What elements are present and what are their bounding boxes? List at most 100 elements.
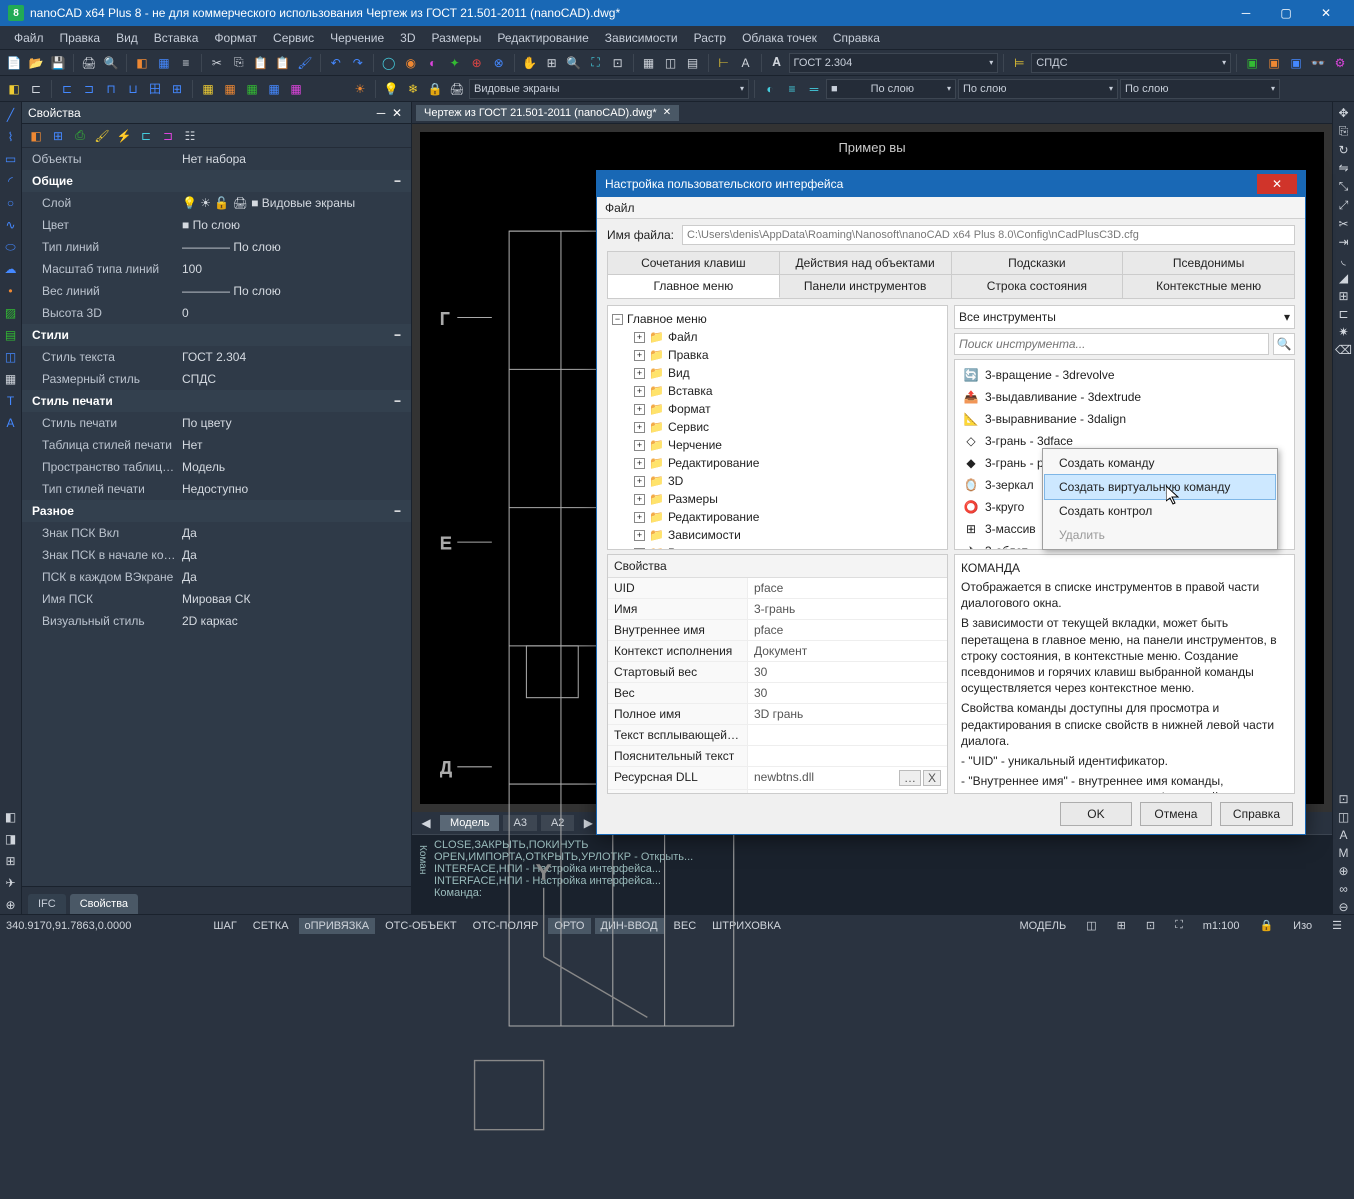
props-tb-1-icon[interactable]: ◧ [26, 126, 46, 146]
rr-b3-icon[interactable]: A [1339, 828, 1347, 842]
status-toggle[interactable]: ШАГ [207, 918, 242, 934]
cancel-button[interactable]: Отмена [1140, 802, 1212, 826]
tb2-icon-8[interactable]: ⊞ [167, 79, 187, 99]
tb2-icon-5[interactable]: ⊓ [101, 79, 121, 99]
props-row[interactable]: Пространство таблицы с…Модель [22, 456, 411, 478]
print-icon[interactable]: 🖨 [79, 53, 99, 73]
tab-scroll-left-icon[interactable]: ◀ [416, 816, 436, 830]
rr-mirror-icon[interactable]: ⇋ [1338, 161, 1348, 175]
end-icon-5[interactable]: ⚙ [1330, 53, 1350, 73]
tree-item[interactable]: +📁Черчение [630, 436, 943, 454]
tree-expand-icon[interactable]: + [634, 494, 645, 505]
tab-toolbars[interactable]: Панели инструментов [780, 275, 952, 298]
pan-icon[interactable]: ✋ [520, 53, 540, 73]
close-button[interactable]: ✕ [1306, 1, 1346, 25]
text-style-icon[interactable]: 𝐀 [767, 53, 787, 73]
tb2-icon-9[interactable]: ▦ [198, 79, 218, 99]
props-tb-7-icon[interactable]: ⊐ [158, 126, 178, 146]
tree-item[interactable]: +📁Вид [630, 364, 943, 382]
tb2-ltype-icon[interactable]: ≡ [782, 79, 802, 99]
tb2-sun-icon[interactable]: ☀ [350, 79, 370, 99]
tab-status-line[interactable]: Строка состояния [952, 275, 1124, 298]
tools-filter-combo[interactable]: Все инструменты▾ [954, 305, 1295, 329]
props-row[interactable]: Тип стилей печатиНедоступно [22, 478, 411, 500]
tree-item[interactable]: +📁Правка [630, 346, 943, 364]
props-tb-5-icon[interactable]: ⚡ [114, 126, 134, 146]
spline-icon[interactable]: ∿ [2, 216, 20, 234]
drawing-tab[interactable]: Чертеж из ГОСТ 21.501-2011 (nanoCAD).dwg… [416, 105, 679, 121]
preview-icon[interactable]: 🔍 [101, 53, 121, 73]
rr-chamfer-icon[interactable]: ◢ [1339, 271, 1348, 285]
cloud-icon[interactable]: ☁ [2, 260, 20, 278]
props-row[interactable]: Стиль печатиПо цвету [22, 412, 411, 434]
tree-expand-icon[interactable]: + [634, 458, 645, 469]
help-button[interactable]: Справка [1220, 802, 1293, 826]
tb-icon-c[interactable]: ◐ [423, 53, 443, 73]
tree-expand-icon[interactable]: + [634, 404, 645, 415]
props-tab-properties[interactable]: Свойства [70, 894, 138, 914]
ok-button[interactable]: OK [1060, 802, 1132, 826]
arc-icon[interactable]: ◜ [2, 172, 20, 190]
menu-help[interactable]: Справка [825, 29, 888, 47]
tree-expand-icon[interactable]: + [634, 350, 645, 361]
tb2-freeze-icon[interactable]: ❄ [403, 79, 423, 99]
tab-object-actions[interactable]: Действия над объектами [780, 252, 952, 274]
paste-special-icon[interactable]: 📋 [273, 53, 293, 73]
tb2-icon-4[interactable]: ⊐ [79, 79, 99, 99]
new-icon[interactable]: 📄 [4, 53, 24, 73]
tree-expand-icon[interactable]: + [634, 386, 645, 397]
match-icon[interactable]: 🖌 [295, 53, 315, 73]
line-icon[interactable]: ╱ [2, 106, 20, 124]
rr-offset-icon[interactable]: ⊏ [1338, 307, 1348, 321]
rail-b5-icon[interactable]: ⊕ [2, 896, 20, 914]
menu-view[interactable]: Вид [108, 29, 146, 47]
props-row[interactable]: Стиль текстаГОСТ 2.304 [22, 346, 411, 368]
tb2-icon-12[interactable]: ▦ [264, 79, 284, 99]
props-tb-8-icon[interactable]: ☷ [180, 126, 200, 146]
rr-b4-icon[interactable]: M [1339, 846, 1349, 860]
tree-item[interactable]: +📁Редактирование [630, 454, 943, 472]
ctx-menu-item[interactable]: Создать контрол [1045, 499, 1275, 523]
tb2-plot-icon[interactable]: 🖨 [447, 79, 467, 99]
table-icon[interactable]: ▦ [2, 370, 20, 388]
tree-expand-icon[interactable]: + [634, 368, 645, 379]
zoom-obj-icon[interactable]: ⊡ [608, 53, 628, 73]
props-row[interactable]: Таблица стилей печатиНет [22, 434, 411, 456]
tb2-color-icon[interactable]: ◐ [760, 79, 780, 99]
redo-icon[interactable]: ↷ [348, 53, 368, 73]
tab-shortcuts[interactable]: Сочетания клавиш [608, 252, 780, 274]
tree-collapse-icon[interactable]: − [612, 314, 623, 325]
dlg-prop-row[interactable]: Текст всплывающей… [608, 725, 947, 746]
rail-b4-icon[interactable]: ✈ [2, 874, 20, 892]
bylayer3-combo[interactable]: По слою▾ [1120, 79, 1280, 99]
properties-icon[interactable]: ≡ [176, 53, 196, 73]
layer-icon[interactable]: ◧ [132, 53, 152, 73]
rr-array-icon[interactable]: ⊞ [1338, 289, 1348, 303]
browse-button[interactable]: … [899, 770, 921, 786]
props-row[interactable]: ПСК в каждом ВЭкранеДа [22, 566, 411, 588]
rect-icon[interactable]: ▭ [2, 150, 20, 168]
props-tb-4-icon[interactable]: 🖌 [92, 126, 112, 146]
tree-expand-icon[interactable]: + [634, 332, 645, 343]
hatch-icon[interactable]: ▨ [2, 304, 20, 322]
tb-icon-b[interactable]: ◉ [401, 53, 421, 73]
sheet-icon[interactable]: ▤ [683, 53, 703, 73]
tab-close-icon[interactable]: ✕ [663, 107, 671, 118]
tab-aliases[interactable]: Псевдонимы [1123, 252, 1294, 274]
tree-expand-icon[interactable]: + [634, 548, 645, 550]
props-row[interactable]: Слой💡 ☀ 🔓 🖨 ■ Видовые экраны [22, 192, 411, 214]
rr-b7-icon[interactable]: ⊖ [1338, 900, 1348, 914]
props-group-header[interactable]: Разное− [22, 500, 411, 522]
point-icon[interactable]: • [2, 282, 20, 300]
props-row[interactable]: Имя ПСКМировая СК [22, 588, 411, 610]
menu-file[interactable]: Файл [6, 29, 52, 47]
dialog-menu-file[interactable]: Файл [605, 201, 635, 215]
tb2-lweight-icon[interactable]: ═ [804, 79, 824, 99]
props-tab-ifc[interactable]: IFC [28, 894, 66, 914]
props-tb-2-icon[interactable]: ⊞ [48, 126, 68, 146]
text-style-combo[interactable]: ГОСТ 2.304▾ [789, 53, 999, 73]
end-icon-2[interactable]: ▣ [1264, 53, 1284, 73]
copy-icon[interactable]: ⎘ [229, 53, 249, 73]
open-icon[interactable]: 📂 [26, 53, 46, 73]
tb2-icon-13[interactable]: ▦ [286, 79, 306, 99]
